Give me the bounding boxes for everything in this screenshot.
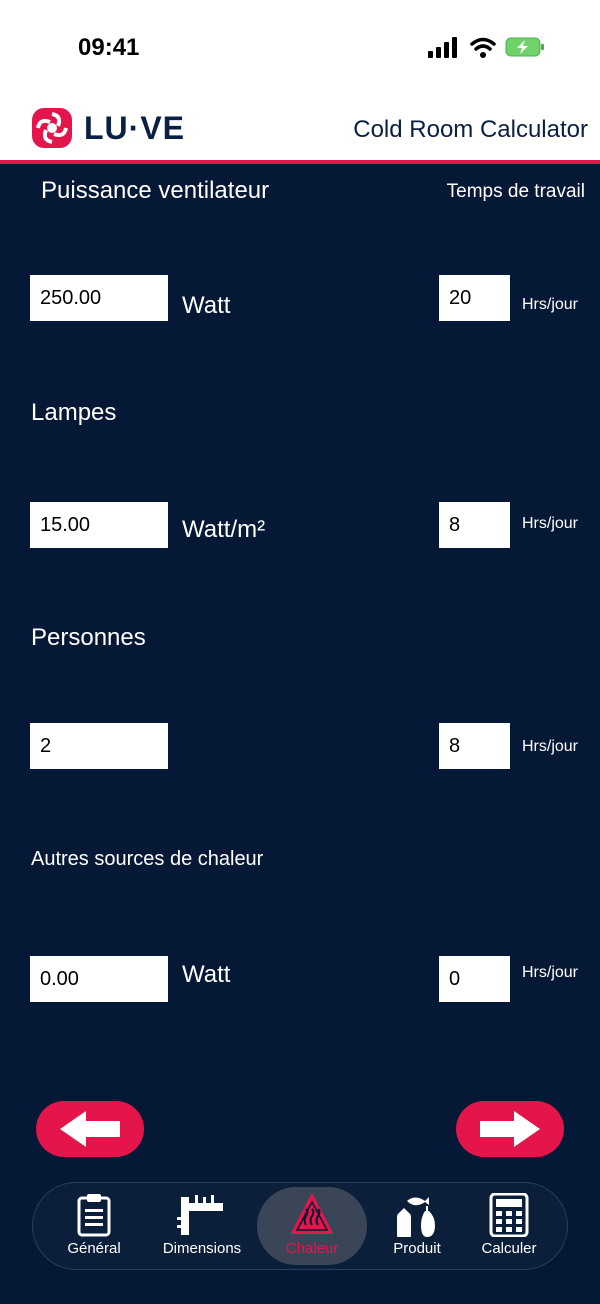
status-bar: 09:41	[0, 0, 600, 98]
lamps-label: Lampes	[31, 399, 117, 426]
fan-power-input[interactable]	[30, 275, 168, 321]
lamps-hours-input[interactable]	[439, 502, 510, 548]
tab-bar: Général Dimensions Chaleur Produit Calcu…	[32, 1182, 568, 1270]
food-product-icon	[397, 1197, 435, 1237]
tab-dimensions[interactable]: Dimensions	[151, 1183, 253, 1271]
tab-general-label: Général	[67, 1240, 121, 1257]
fan-hours-unit: Hrs/jour	[522, 296, 579, 313]
luve-logo-icon	[32, 108, 72, 153]
tab-calculer[interactable]: Calculer	[463, 1183, 555, 1271]
lamps-hours-unit: Hrs/jour	[522, 515, 579, 532]
fan-power-label: Puissance ventilateur	[41, 177, 270, 204]
clipboard-icon	[77, 1194, 111, 1237]
tab-calculer-label: Calculer	[481, 1240, 537, 1257]
tab-general[interactable]: Général	[43, 1183, 145, 1271]
other-sources-label: Autres sources de chaleur	[31, 848, 264, 870]
battery-charging-icon	[505, 37, 544, 57]
persons-hours-input[interactable]	[439, 723, 510, 769]
persons-label: Personnes	[31, 624, 146, 651]
app-header: LU·VE Cold Room Calculator	[0, 98, 600, 160]
back-button[interactable]	[36, 1101, 144, 1157]
arrow-left-icon	[60, 1111, 120, 1147]
signal-icon	[428, 37, 457, 58]
arrow-right-icon	[480, 1111, 540, 1147]
heat-warning-icon	[291, 1194, 333, 1234]
status-icons	[428, 36, 548, 65]
fan-power-unit: Watt	[182, 292, 231, 319]
tab-chaleur-label: Chaleur	[285, 1240, 339, 1257]
tab-dimensions-label: Dimensions	[162, 1240, 242, 1257]
other-hours-unit: Hrs/jour	[522, 964, 579, 981]
calculator-icon	[489, 1193, 529, 1237]
lamps-power-unit: Watt/m²	[182, 516, 266, 543]
tab-produit-label: Produit	[393, 1240, 441, 1257]
persons-count-input[interactable]	[30, 723, 168, 769]
other-sources-unit: Watt	[182, 961, 231, 988]
work-time-label: Temps de travail	[446, 181, 585, 202]
brand-name: LU·VE	[84, 110, 185, 146]
tab-chaleur[interactable]: Chaleur	[259, 1183, 365, 1271]
other-hours-input[interactable]	[439, 956, 510, 1002]
persons-hours-unit: Hrs/jour	[522, 738, 579, 755]
other-sources-input[interactable]	[30, 956, 168, 1002]
ruler-icon	[177, 1195, 223, 1235]
wifi-icon	[470, 37, 496, 58]
lamps-power-input[interactable]	[30, 502, 168, 548]
status-time: 09:41	[78, 34, 140, 61]
tab-produit[interactable]: Produit	[371, 1183, 463, 1271]
fan-hours-input[interactable]	[439, 275, 510, 321]
header-divider	[0, 160, 600, 164]
page-title: Cold Room Calculator	[353, 116, 588, 143]
next-button[interactable]	[456, 1101, 564, 1157]
